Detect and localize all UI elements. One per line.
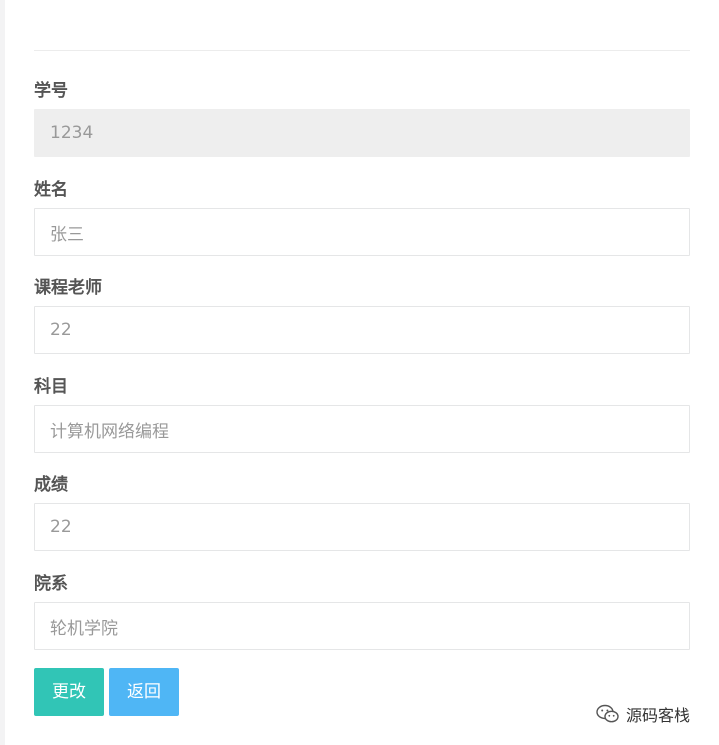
course-teacher-label: 课程老师: [34, 278, 102, 298]
back-button[interactable]: 返回: [109, 668, 179, 716]
subject-label: 科目: [34, 377, 68, 397]
subject-input[interactable]: [34, 405, 690, 453]
name-input[interactable]: [34, 208, 690, 256]
wechat-icon: [596, 703, 620, 725]
name-label: 姓名: [34, 180, 68, 200]
watermark-text: 源码客栈: [626, 706, 691, 725]
department-input[interactable]: [34, 602, 690, 650]
course-teacher-input[interactable]: [34, 306, 690, 354]
score-input[interactable]: [34, 503, 690, 551]
department-label: 院系: [34, 574, 68, 594]
edit-grade-page: 学号 姓名 课程老师 科目 成绩 院系 更改 返回: [0, 0, 719, 745]
student-id-label: 学号: [34, 81, 68, 101]
score-label: 成绩: [34, 475, 68, 495]
left-sidebar-edge: [0, 0, 5, 745]
form-top-divider: [34, 50, 690, 51]
watermark: 源码客栈: [596, 702, 690, 726]
update-button[interactable]: 更改: [34, 668, 104, 716]
student-id-input: [34, 109, 690, 157]
